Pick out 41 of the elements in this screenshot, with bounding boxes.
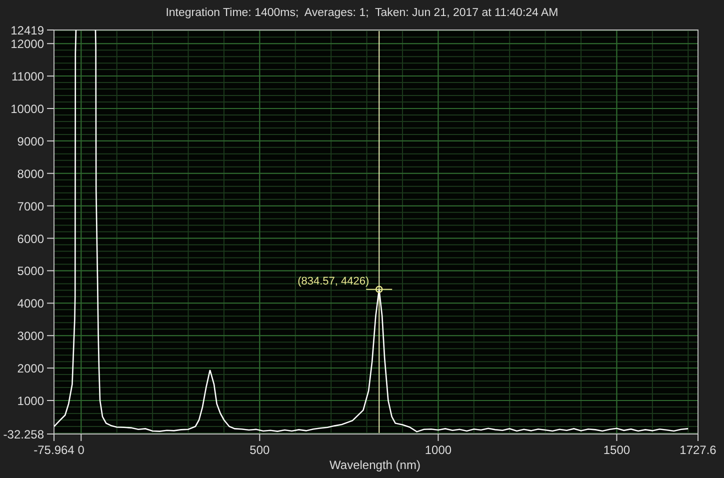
x-tick-label: 1000 [424,443,452,457]
tick-mark [80,434,82,442]
tick-mark [46,270,54,272]
y-tick-label: 3000 [17,329,44,344]
y-tick-label: 6000 [17,232,44,246]
tick-mark [46,335,54,336]
x-tick-label: 1500 [603,443,630,457]
y-tick-label: 2000 [17,362,44,376]
x-tick-label: 1727.6 [680,443,716,457]
tick-mark [259,434,260,442]
tick-mark [46,302,54,304]
chart-title: Integration Time: 1400ms; Averages: 1; Taken: Jun 21, 2017 at 11:40:24 AM [166,7,558,19]
tick-mark [46,108,54,109]
y-tick-label: 10000 [10,102,44,116]
tick-mark [46,400,54,401]
tick-mark [46,172,54,174]
cursor-marker[interactable] [366,286,393,293]
y-tick-label: 5000 [17,264,44,278]
y-tick-label: 11000 [12,70,44,84]
x-axis-label: Wavelength (nm) [330,458,420,472]
y-tick-label: 1000 [17,394,44,408]
tick-mark [616,434,618,442]
tick-mark [46,205,54,206]
x-tick-label: 500 [250,443,270,457]
cursor-readout: (834.57, 4426) [298,275,370,288]
cursor-line[interactable] [378,30,380,434]
y-tick-label: 7000 [17,199,44,214]
x-tick-label: 0 [78,443,84,457]
tick-mark [46,238,54,239]
y-tick-label: -32.258 [3,428,44,442]
tick-mark [46,368,54,369]
tick-mark [46,76,54,77]
y-tick-label: 8000 [17,166,44,181]
y-tick-label: 12000 [10,37,44,52]
tick-mark [46,43,54,44]
y-tick-label: 9000 [17,134,44,148]
tick-mark [46,140,54,142]
x-tick-label: -75.964 [34,443,74,457]
y-tick-label: 12419 [10,24,44,38]
tick-mark [438,434,439,442]
y-tick-label: 4000 [17,296,44,311]
